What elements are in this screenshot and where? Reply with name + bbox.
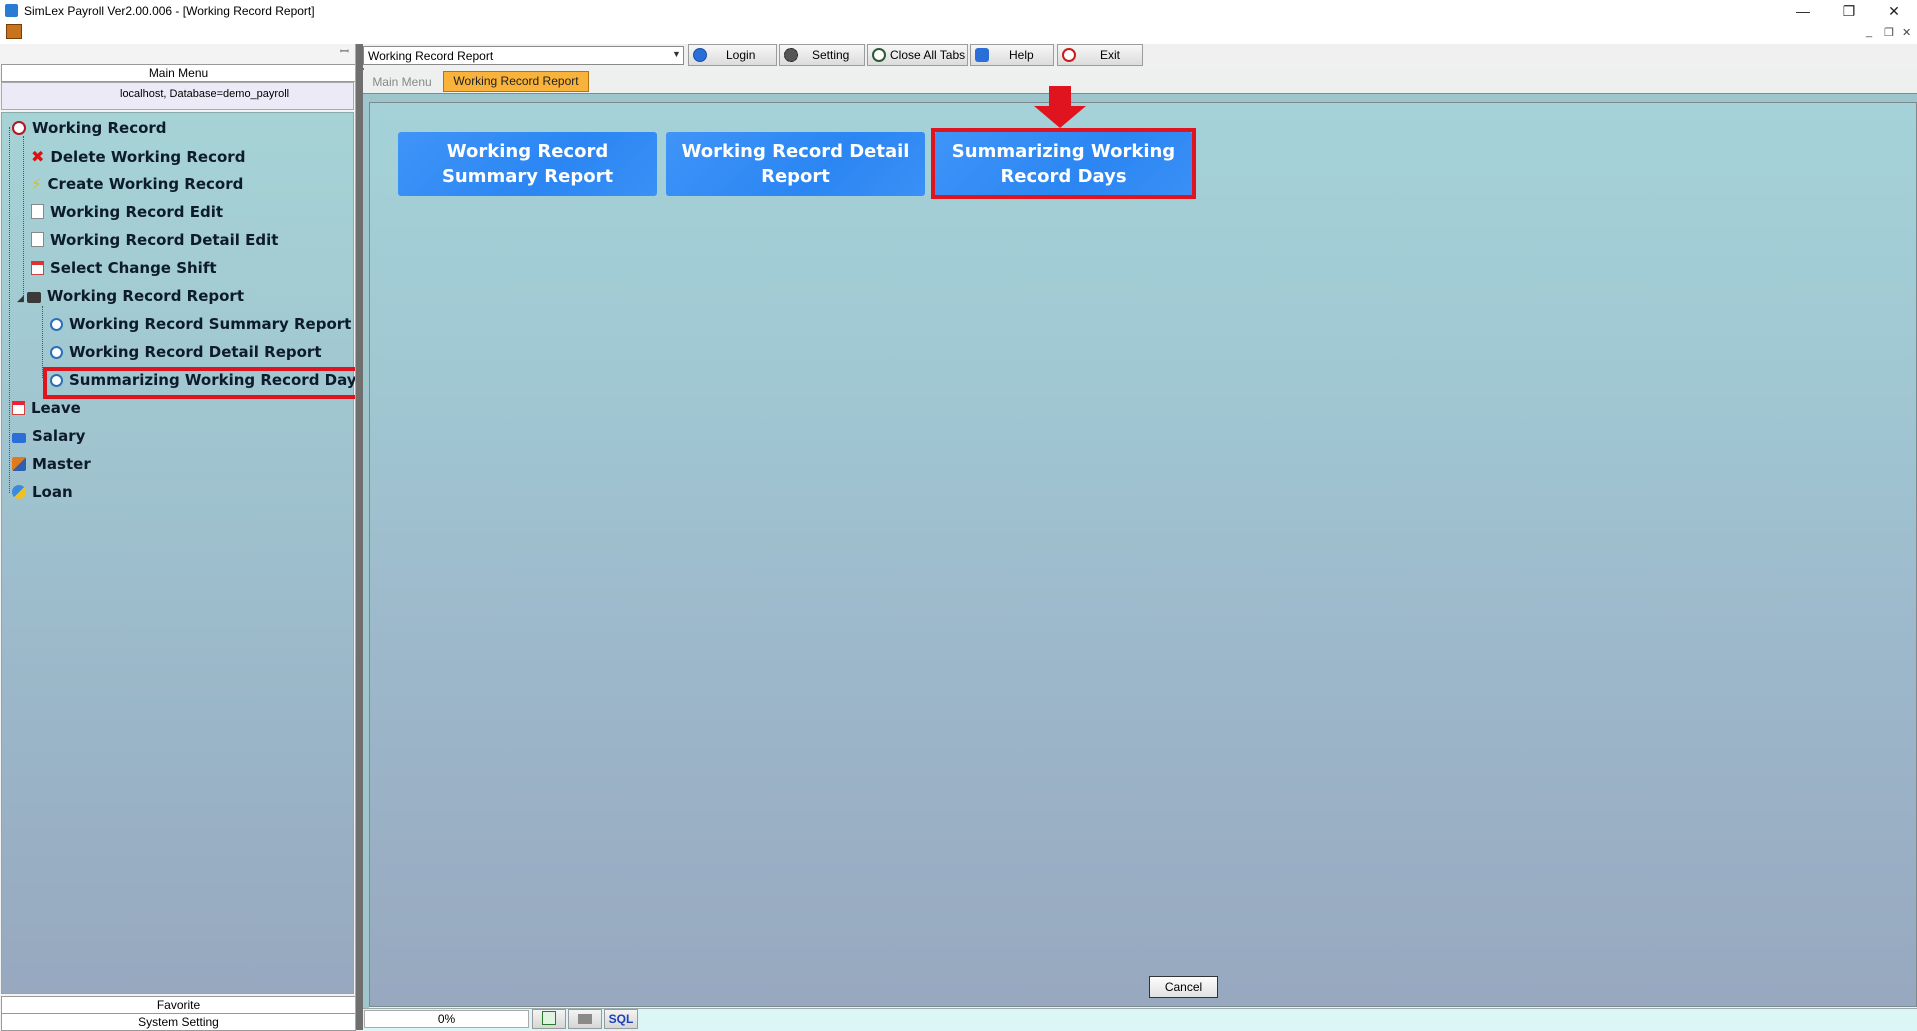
help-icon [975, 48, 989, 62]
cancel-button[interactable]: Cancel [1149, 976, 1218, 998]
working-record-detail-report-button[interactable]: Working Record Detail Report [666, 132, 925, 196]
delete-icon: ✖ [31, 147, 45, 166]
main-menu-header[interactable]: Main Menu [1, 64, 356, 82]
loan-icon [12, 485, 26, 499]
clock-icon [12, 121, 26, 135]
mdi-restore-button[interactable]: ❐ [1884, 26, 1894, 39]
highlight-box [43, 367, 360, 399]
system-setting-panel[interactable]: System Setting [1, 1013, 356, 1031]
content-frame [363, 94, 1917, 102]
red-arrow-down-icon [1034, 86, 1086, 128]
collapse-arrow-icon[interactable]: ◢ [17, 294, 24, 304]
menu-strip [0, 22, 1917, 44]
edit-document-icon [31, 232, 44, 247]
tab-working-record-report[interactable]: Working Record Report [443, 71, 589, 92]
tree-line [9, 127, 10, 493]
mdi-close-button[interactable]: ✕ [1902, 26, 1911, 39]
salary-icon [12, 433, 26, 443]
tab-main-menu[interactable]: Main Menu [365, 72, 439, 92]
working-record-summary-report-button[interactable]: Working Record Summary Report [398, 132, 657, 196]
tree-item-select-change-shift[interactable]: Select Change Shift [31, 259, 217, 277]
refresh-icon [872, 48, 886, 62]
print-icon[interactable] [568, 1009, 602, 1029]
highlight-box [931, 128, 1196, 199]
close-all-tabs-button[interactable]: Close All Tabs [867, 44, 968, 66]
tab-strip [363, 70, 1917, 94]
edit-document-icon [31, 204, 44, 219]
report-search-icon [50, 346, 63, 359]
tree-item-working-record-detail-report[interactable]: Working Record Detail Report [50, 343, 322, 361]
sql-button[interactable]: SQL [604, 1009, 638, 1029]
tree-line [23, 136, 24, 296]
mdi-minimize-button[interactable]: _ [1866, 26, 1872, 38]
tree-item-leave[interactable]: Leave [12, 399, 81, 417]
title-bar: SimLex Payroll Ver2.00.006 - [Working Re… [0, 0, 1917, 22]
tree-item-loan[interactable]: Loan [12, 483, 73, 501]
tree-item-working-record-edit[interactable]: Working Record Edit [31, 203, 223, 221]
setting-button[interactable]: Setting [779, 44, 865, 66]
minimize-button[interactable]: — [1780, 0, 1826, 22]
tree-item-working-record-detail-edit[interactable]: Working Record Detail Edit [31, 231, 278, 249]
favorite-panel[interactable]: Favorite [1, 996, 356, 1014]
window-title: SimLex Payroll Ver2.00.006 - [Working Re… [24, 4, 315, 18]
help-button[interactable]: Help [970, 44, 1054, 66]
leave-calendar-icon [12, 401, 25, 415]
exit-button[interactable]: Exit [1057, 44, 1143, 66]
calendar-icon [31, 261, 44, 275]
menu-combo-value: Working Record Report [368, 49, 494, 63]
login-button[interactable]: Login [688, 44, 777, 66]
tree-item-working-record-summary-report[interactable]: Working Record Summary Report [50, 315, 351, 333]
lightning-icon: ⚡ [31, 175, 42, 193]
tree-item-delete-working-record[interactable]: ✖ Delete Working Record [31, 147, 245, 166]
export-icon[interactable] [532, 1009, 566, 1029]
home-icon[interactable] [6, 24, 22, 39]
tree-item-working-record-report[interactable]: ◢ Working Record Report [17, 287, 244, 305]
close-button[interactable]: ✕ [1871, 0, 1917, 22]
gear-icon [784, 48, 798, 62]
connection-info: localhost, Database=demo_payroll [120, 88, 290, 100]
power-icon [1062, 48, 1076, 62]
user-icon [693, 48, 707, 62]
tree-item-salary[interactable]: Salary [12, 427, 85, 445]
tree-item-master[interactable]: Master [12, 455, 91, 473]
printer-icon [26, 292, 41, 303]
master-cube-icon [12, 457, 26, 471]
tree-item-working-record[interactable]: Working Record [12, 119, 167, 137]
content-area [369, 102, 1917, 1007]
app-icon [5, 4, 18, 17]
maximize-button[interactable]: ❐ [1826, 0, 1872, 22]
report-search-icon [50, 318, 63, 331]
chevron-down-icon[interactable]: ▼ [672, 49, 681, 59]
progress-indicator: 0% [364, 1010, 529, 1028]
tree-item-create-working-record[interactable]: ⚡ Create Working Record [31, 175, 243, 193]
pin-icon[interactable]: ꟷ [340, 44, 349, 59]
